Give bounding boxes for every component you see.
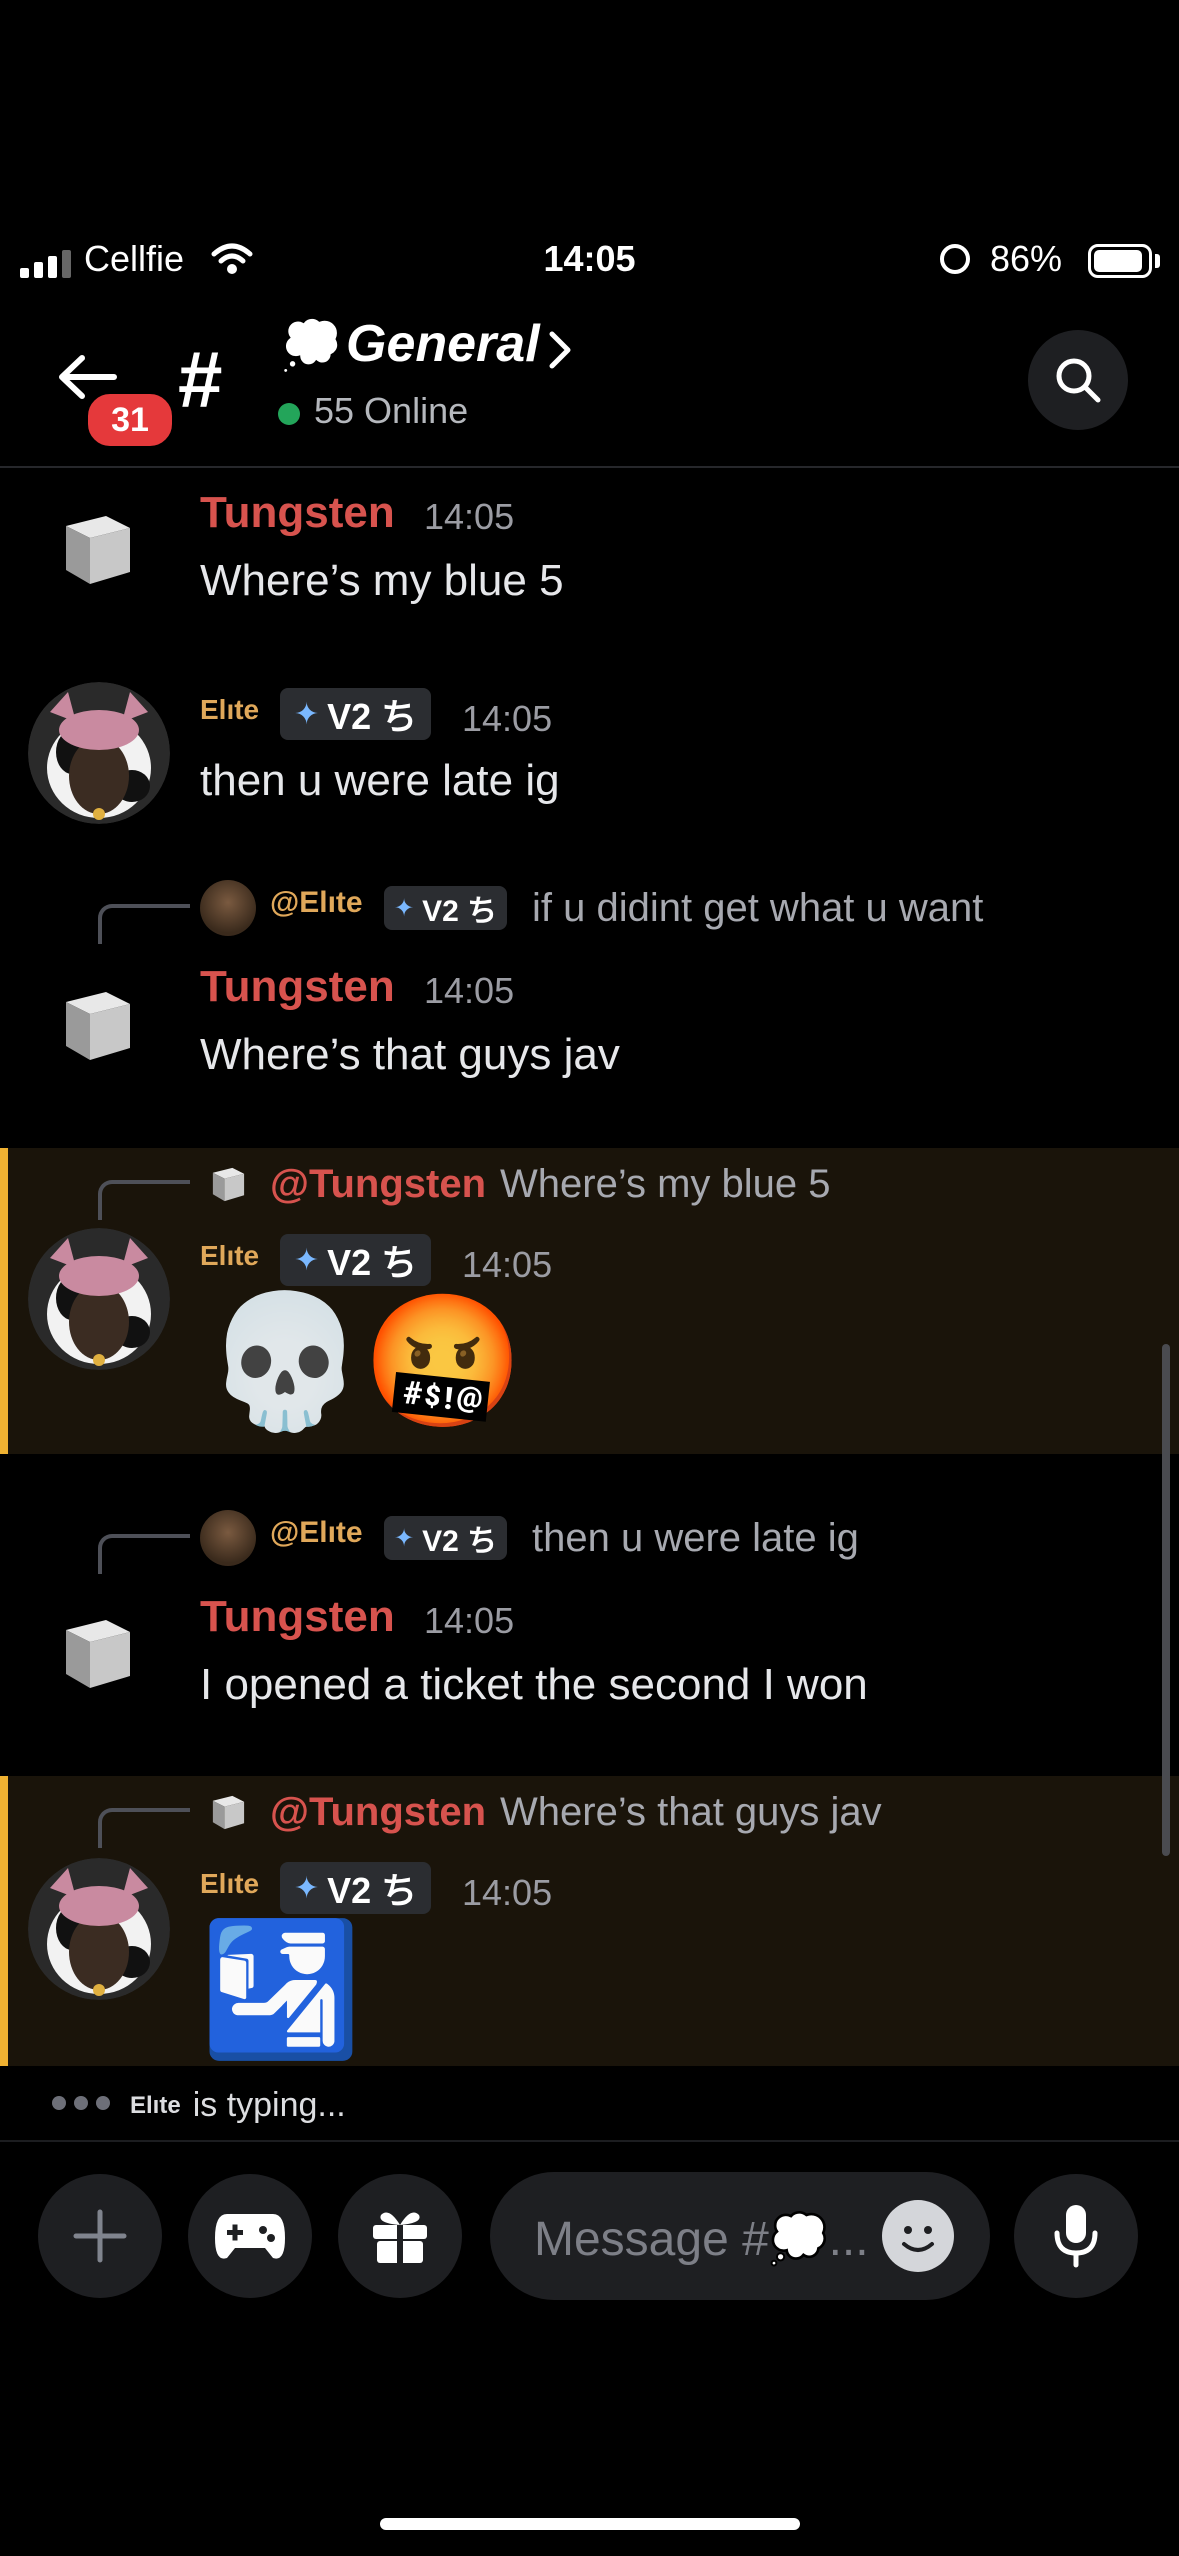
- scrollbar[interactable]: [1162, 1344, 1170, 1856]
- cube-icon: [208, 1164, 248, 1209]
- message-text: then u were late ig: [200, 756, 560, 805]
- reply-avatar: [200, 1510, 256, 1566]
- role-tag-label: V2 ち: [327, 696, 418, 737]
- reply-connector: [98, 904, 190, 944]
- cube-avatar[interactable]: [56, 1612, 138, 1699]
- search-icon: [1056, 358, 1101, 403]
- role-tag: ✦ V2 ち: [280, 688, 432, 740]
- cube-avatar[interactable]: [56, 984, 138, 1071]
- battery-icon: [1088, 244, 1152, 278]
- smiley-icon: [902, 2226, 934, 2252]
- typing-text: is typing...: [192, 2086, 346, 2124]
- cursing-face-emoji[interactable]: 🤬: [362, 1296, 524, 1426]
- composer-divider: [0, 2140, 1179, 2142]
- activities-button[interactable]: [188, 2174, 312, 2298]
- search-button[interactable]: [1028, 330, 1128, 430]
- unread-badge: 31: [84, 390, 176, 450]
- sparkle-icon: ✦: [294, 1871, 320, 1905]
- cube-icon: [208, 1792, 248, 1837]
- reply-connector: [98, 1534, 190, 1574]
- reply-avatar: [200, 880, 256, 936]
- reply-connector: [98, 1808, 190, 1848]
- battery-percent: 86%: [990, 238, 1063, 279]
- emoji-button[interactable]: [882, 2200, 954, 2272]
- reply-author[interactable]: @Tungsten: [270, 1790, 486, 1835]
- reply-author[interactable]: @Elıte: [270, 1516, 363, 1550]
- elite-avatar[interactable]: [28, 682, 170, 824]
- gift-button[interactable]: [338, 2174, 462, 2298]
- channel-emoji: 💭: [280, 317, 343, 373]
- sparkle-icon: ✦: [394, 894, 415, 922]
- reply-author[interactable]: @Tungsten: [270, 1162, 486, 1207]
- gamepad-icon: [215, 2214, 285, 2259]
- reply-preview[interactable]: if u didint get what u want: [532, 886, 983, 931]
- role-tag-label: V2 ち: [327, 1870, 418, 1911]
- sparkle-icon: ✦: [394, 1524, 415, 1552]
- header-divider: [0, 466, 1179, 468]
- add-button[interactable]: [38, 2174, 162, 2298]
- home-indicator[interactable]: [380, 2518, 800, 2530]
- online-status-dot: [278, 403, 300, 425]
- reply-preview[interactable]: Where’s that guys jav: [500, 1790, 882, 1835]
- message-input[interactable]: Message #💭...: [490, 2172, 990, 2300]
- message-time: 14:05: [424, 496, 515, 537]
- rotation-lock-icon: [940, 244, 970, 274]
- skull-emoji[interactable]: 💀: [204, 1296, 366, 1426]
- message-time: 14:05: [462, 698, 553, 739]
- message-text: Where’s that guys jav: [200, 1030, 620, 1079]
- elite-avatar[interactable]: [28, 1228, 170, 1370]
- status-bar: Cellfie 14:05 86%: [0, 230, 1179, 294]
- author-name[interactable]: Elıte: [200, 694, 259, 726]
- reply-preview[interactable]: then u were late ig: [532, 1516, 859, 1561]
- reply-role-tag-label: V2 ち: [422, 895, 498, 928]
- gift-icon: [373, 2212, 427, 2263]
- author-name[interactable]: Tungsten: [200, 488, 395, 538]
- message-time: 14:05: [424, 970, 515, 1011]
- message-placeholder: Message #💭...: [534, 2213, 869, 2266]
- channel-title[interactable]: General: [346, 314, 540, 374]
- passport-control-emoji[interactable]: 🛂: [200, 1924, 362, 2054]
- plus-icon: [73, 2209, 127, 2263]
- elite-avatar[interactable]: [28, 1858, 170, 2000]
- reply-role-tag: ✦ V2 ち: [384, 1516, 508, 1560]
- message-text: Where’s my blue 5: [200, 556, 564, 605]
- reply-role-tag: ✦ V2 ち: [384, 886, 508, 930]
- channel-hash-icon: #: [178, 335, 223, 424]
- voice-button[interactable]: [1014, 2174, 1138, 2298]
- reply-role-tag-label: V2 ち: [422, 1525, 498, 1558]
- chevron-right-icon[interactable]: [548, 330, 572, 375]
- battery-tip: [1155, 254, 1160, 268]
- reply-author[interactable]: @Elıte: [270, 886, 363, 920]
- reply-connector: [98, 1180, 190, 1220]
- author-name[interactable]: Tungsten: [200, 962, 395, 1012]
- message-time: 14:05: [462, 1872, 553, 1913]
- online-count: 55 Online: [314, 390, 469, 431]
- message-text: I opened a ticket the second I won: [200, 1660, 868, 1709]
- typing-dots: [52, 2096, 118, 2115]
- microphone-icon: [1054, 2205, 1098, 2268]
- typing-user: Elıte: [130, 2091, 181, 2119]
- role-tag: ✦ V2 ち: [280, 1862, 432, 1914]
- sparkle-icon: ✦: [294, 1243, 320, 1277]
- typing-indicator: Elıte is typing...: [52, 2086, 346, 2125]
- role-tag-label: V2 ち: [327, 1242, 418, 1283]
- message-time: 14:05: [424, 1600, 515, 1641]
- author-name[interactable]: Elıte: [200, 1868, 259, 1900]
- cube-avatar[interactable]: [56, 508, 138, 595]
- author-name[interactable]: Elıte: [200, 1240, 259, 1272]
- reply-preview[interactable]: Where’s my blue 5: [500, 1162, 831, 1207]
- message-time: 14:05: [462, 1244, 553, 1285]
- sparkle-icon: ✦: [294, 697, 320, 731]
- role-tag: ✦ V2 ち: [280, 1234, 432, 1286]
- author-name[interactable]: Tungsten: [200, 1592, 395, 1642]
